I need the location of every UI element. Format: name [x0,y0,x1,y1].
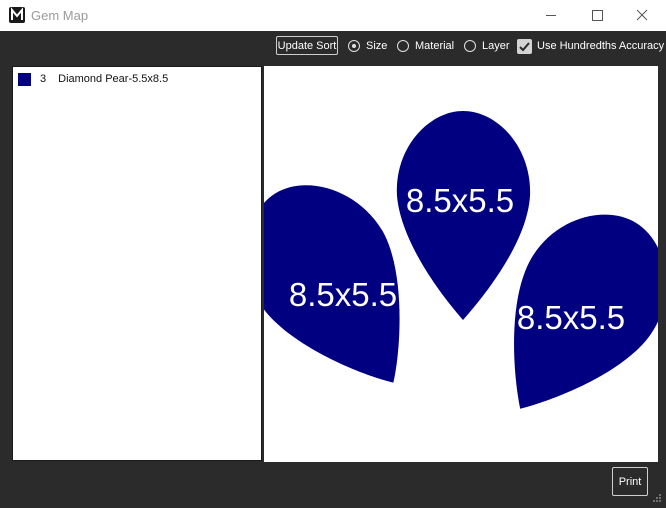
update-sort-button[interactable]: Update Sort [276,36,338,55]
print-button[interactable]: Print [612,467,648,496]
sort-layer-radio[interactable]: Layer [464,37,510,55]
gem-size-label: 8.5x5.5 [289,276,397,313]
gem-count: 3 [40,73,47,85]
app-logo-icon [9,7,25,23]
close-button[interactable] [620,0,666,31]
gem-name: Diamond Pear-5.5x8.5 [58,73,169,85]
resize-grip-icon[interactable] [652,490,662,502]
sort-size-radio[interactable]: Size [348,37,387,55]
sort-size-label: Size [366,40,388,52]
checkmark-icon[interactable] [517,38,532,54]
hundredths-accuracy-label: Use Hundredths Accuracy [537,40,665,52]
gem-size-label: 8.5x5.5 [517,299,625,336]
radio-selected-icon[interactable] [348,40,360,52]
gem-legend-list[interactable]: 3 Diamond Pear-5.5x8.5 [12,66,262,461]
maximize-button[interactable] [574,0,620,31]
minimize-button[interactable] [528,0,574,31]
gem-pear-1: 8.5x5.5 [396,111,531,320]
radio-unselected-icon[interactable] [464,40,476,52]
list-item[interactable]: 3 Diamond Pear-5.5x8.5 [18,71,168,87]
sort-layer-label: Layer [482,40,510,52]
radio-unselected-icon[interactable] [397,40,409,52]
sort-material-radio[interactable]: Material [397,37,454,55]
window-title: Gem Map [31,8,89,23]
title-bar: Gem Map [0,0,666,31]
gem-size-label: 8.5x5.5 [406,182,514,219]
hundredths-accuracy-checkbox[interactable]: Use Hundredths Accuracy [517,37,664,55]
sort-material-label: Material [415,40,455,52]
gem-map-canvas: 8.5x5.5 8.5x5.5 8.5x5.5 [245,66,666,462]
color-swatch [18,72,31,86]
